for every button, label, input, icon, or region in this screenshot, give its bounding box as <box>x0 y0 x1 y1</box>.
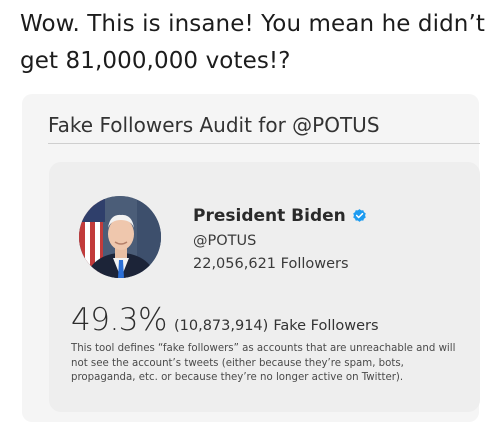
fake-percentage: 49.3% <box>71 302 167 338</box>
fake-followers-label: Fake Followers <box>273 318 379 334</box>
profile-handle: @POTUS <box>193 233 257 249</box>
avatar-photo-icon <box>79 196 161 278</box>
followers-count: 22,056,621 Followers <box>193 256 349 272</box>
fake-follower-stat: 49.3% (10,873,914) Fake Followers <box>71 302 379 338</box>
title-divider <box>48 143 480 144</box>
profile-name-row: President Biden <box>193 206 368 226</box>
followers-number: 22,056,621 <box>193 256 277 272</box>
profile-avatar <box>79 196 161 278</box>
fake-count: (10,873,914) <box>173 318 269 334</box>
verified-badge-icon <box>353 208 366 222</box>
profile-name: President Biden <box>193 206 346 226</box>
followers-label: Followers <box>280 256 349 272</box>
fake-followers-definition: This tool defines “fake followers” as ac… <box>71 343 456 384</box>
audit-title: Fake Followers Audit for @POTUS <box>48 113 380 137</box>
post-caption: Wow. This is insane! You mean he didn’t … <box>20 11 486 74</box>
